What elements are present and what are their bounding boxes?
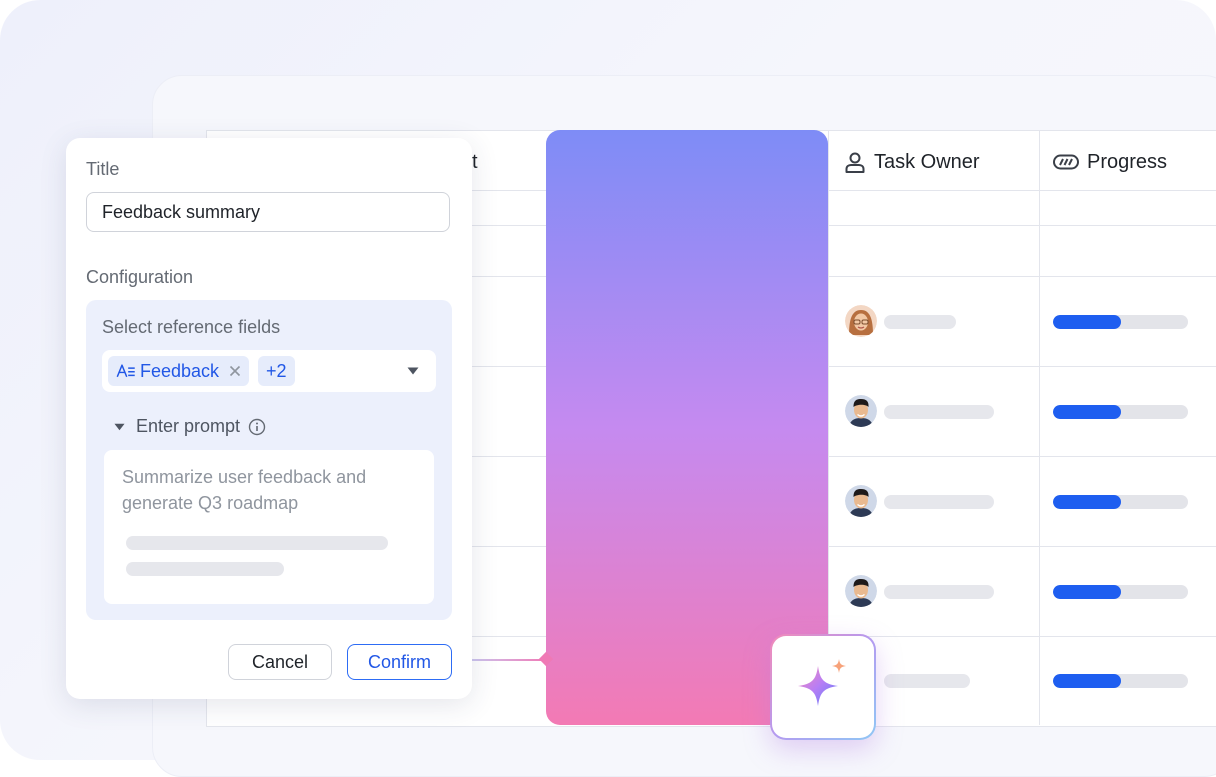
progress-bar — [1053, 585, 1188, 599]
placeholder-line — [569, 599, 701, 613]
column-header-task-owner[interactable]: Task Owner — [844, 148, 980, 176]
progress-fill — [1053, 315, 1121, 329]
column-divider — [1039, 130, 1040, 725]
column-config-panel: Title Configuration Select reference fie… — [66, 138, 472, 699]
owner-name-placeholder — [884, 585, 994, 599]
text-column-icon — [560, 153, 585, 171]
progress-icon — [1053, 154, 1079, 170]
progress-fill — [1053, 405, 1121, 419]
placeholder-line — [569, 674, 769, 688]
ai-sparkle-button[interactable] — [770, 634, 876, 740]
reference-fields-label: Select reference fields — [102, 317, 281, 337]
avatar[interactable] — [845, 305, 877, 337]
reference-field-chip[interactable]: Feedback — [108, 356, 250, 386]
prompt-placeholder: Summarize user feedback and generate Q3 … — [122, 467, 367, 513]
summary-cell[interactable]: Add FAQ item — [557, 465, 819, 501]
placeholder-line — [569, 569, 805, 583]
owner-name-placeholder — [884, 405, 994, 419]
progress-fill — [1053, 674, 1121, 688]
progress-bar — [1053, 495, 1188, 509]
prompt-toggle[interactable]: Enter prompt — [114, 416, 266, 437]
confirm-button[interactable]: Confirm — [347, 644, 452, 680]
title-label: Title — [86, 159, 120, 179]
text-column-icon — [116, 364, 135, 378]
sparkle-icon — [798, 659, 846, 706]
title-input[interactable] — [86, 192, 450, 232]
more-fields-chip[interactable]: +2 — [258, 356, 295, 386]
reference-fields-select[interactable]: Feedback +2 — [102, 350, 436, 392]
configuration-label: Configuration — [86, 267, 194, 287]
caret-down-icon — [114, 423, 125, 430]
cancel-button[interactable]: Cancel — [228, 644, 332, 680]
progress-bar — [1053, 405, 1188, 419]
avatar[interactable] — [845, 485, 877, 517]
owner-name-placeholder — [884, 315, 956, 329]
connector-line — [462, 659, 547, 661]
column-header-feedback-summary[interactable]: Feedback summary — [560, 148, 770, 176]
placeholder-line — [126, 536, 388, 550]
configuration-box: Select reference fields Feedback +2 Ente… — [86, 300, 452, 620]
placeholder-line — [126, 562, 284, 576]
caret-down-icon[interactable] — [407, 367, 419, 375]
prompt-label: Enter prompt — [136, 416, 241, 436]
progress-fill — [1053, 585, 1121, 599]
close-icon[interactable] — [229, 365, 241, 377]
owner-name-placeholder — [884, 674, 970, 688]
owner-name-placeholder — [884, 495, 994, 509]
column-header-partial[interactable]: t — [472, 148, 478, 176]
avatar[interactable] — [845, 575, 877, 607]
info-icon[interactable] — [248, 418, 266, 436]
progress-fill — [1053, 495, 1121, 509]
avatar[interactable] — [845, 395, 877, 427]
prompt-textarea[interactable]: Summarize user feedback and generate Q3 … — [104, 450, 434, 604]
progress-bar — [1053, 674, 1188, 688]
progress-bar — [1053, 315, 1188, 329]
person-icon — [845, 152, 865, 173]
summary-cell[interactable]: Redesign Q2 advertisement — [557, 375, 819, 411]
column-header-progress[interactable]: Progress — [1053, 148, 1167, 176]
summary-cell[interactable]: Create video tutorials for onboarding — [557, 285, 819, 357]
